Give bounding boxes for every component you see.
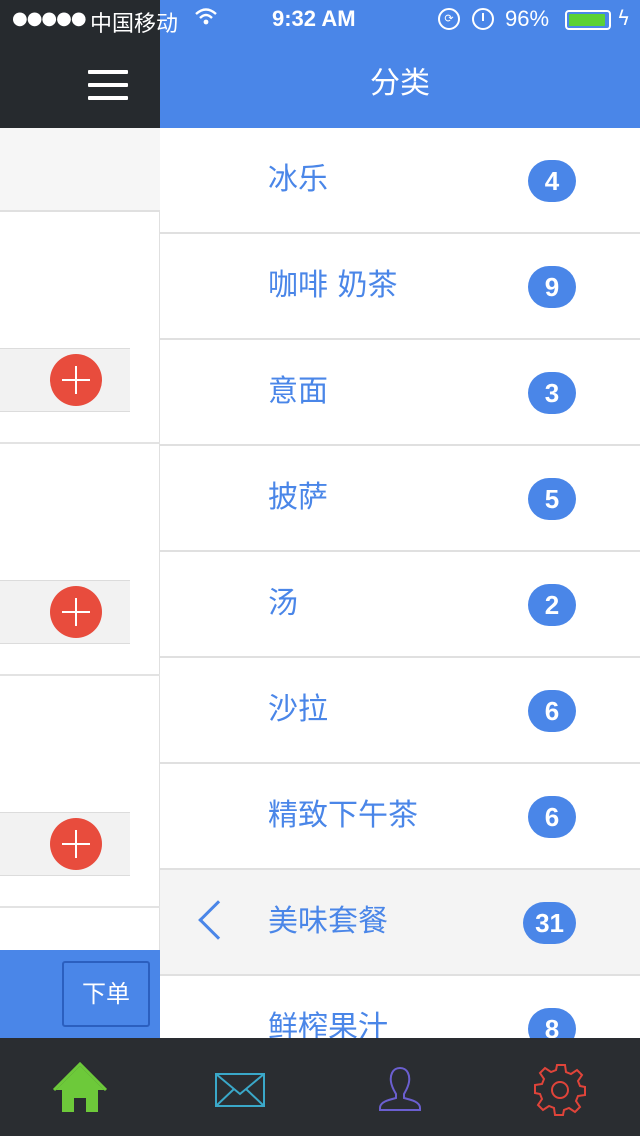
category-label: 汤 bbox=[268, 586, 298, 621]
left-header bbox=[0, 40, 160, 128]
category-item-fresh-juice[interactable]: 鲜榨果汁 8 bbox=[160, 976, 640, 1038]
signal-strength: ●●●●● bbox=[12, 8, 87, 29]
category-item-afternoon-tea[interactable]: 精致下午茶 6 bbox=[160, 764, 640, 870]
divider bbox=[0, 674, 160, 676]
category-item-set-meal[interactable]: 美味套餐 31 bbox=[160, 870, 640, 976]
status-bar: ●●●●● 中国移动 9:32 AM ⟳ 96% ϟ bbox=[0, 0, 640, 40]
tab-messages[interactable] bbox=[160, 1038, 320, 1136]
category-item-pasta[interactable]: 意面 3 bbox=[160, 340, 640, 446]
count-badge: 8 bbox=[528, 1008, 576, 1038]
list-item bbox=[0, 128, 160, 212]
category-label: 鲜榨果汁 bbox=[268, 1010, 388, 1038]
home-icon bbox=[52, 1061, 108, 1112]
category-item-ice-blended[interactable]: 冰乐 4 bbox=[160, 128, 640, 234]
wifi-icon bbox=[194, 6, 218, 34]
place-order-button[interactable]: 下单 bbox=[62, 961, 150, 1027]
add-to-cart-button[interactable] bbox=[50, 354, 102, 406]
rotation-lock-icon: ⟳ bbox=[438, 8, 460, 30]
category-item-soup[interactable]: 汤 2 bbox=[160, 552, 640, 658]
chevron-left-icon bbox=[198, 900, 238, 940]
category-item-coffee-milk-tea[interactable]: 咖啡 奶茶 9 bbox=[160, 234, 640, 340]
add-to-cart-button[interactable] bbox=[50, 586, 102, 638]
status-time: 9:32 AM bbox=[272, 6, 356, 31]
carrier-name: 中国移动 bbox=[90, 12, 179, 37]
tab-settings[interactable] bbox=[480, 1038, 640, 1136]
tab-bar bbox=[0, 1038, 640, 1136]
alarm-icon bbox=[472, 8, 494, 30]
product-list-panel bbox=[0, 128, 160, 1038]
user-icon bbox=[379, 1066, 421, 1111]
count-badge: 31 bbox=[523, 902, 576, 944]
count-badge: 3 bbox=[528, 372, 576, 414]
tab-home[interactable] bbox=[0, 1038, 160, 1136]
count-badge: 2 bbox=[528, 584, 576, 626]
count-badge: 6 bbox=[528, 690, 576, 732]
tab-profile[interactable] bbox=[320, 1038, 480, 1136]
divider bbox=[0, 906, 160, 908]
battery-percent: 96% bbox=[505, 6, 550, 31]
count-badge: 4 bbox=[528, 160, 576, 202]
category-label: 精致下午茶 bbox=[268, 798, 418, 833]
count-badge: 6 bbox=[528, 796, 576, 838]
add-to-cart-button[interactable] bbox=[50, 818, 102, 870]
count-badge: 9 bbox=[528, 266, 576, 308]
divider bbox=[0, 442, 160, 444]
category-list: 冰乐 4 咖啡 奶茶 9 意面 3 披萨 5 汤 2 沙拉 6 精致下午茶 6 … bbox=[160, 128, 640, 1038]
category-label: 意面 bbox=[268, 374, 328, 409]
count-badge: 5 bbox=[528, 478, 576, 520]
category-label: 披萨 bbox=[268, 480, 328, 515]
order-bar: 下单 bbox=[0, 950, 160, 1038]
category-item-pizza[interactable]: 披萨 5 bbox=[160, 446, 640, 552]
battery-icon bbox=[565, 10, 611, 30]
category-item-salad[interactable]: 沙拉 6 bbox=[160, 658, 640, 764]
charging-icon: ϟ bbox=[617, 6, 631, 30]
hamburger-icon[interactable] bbox=[88, 70, 128, 100]
category-label: 冰乐 bbox=[268, 162, 328, 197]
mail-icon bbox=[215, 1073, 265, 1107]
category-label: 咖啡 奶茶 bbox=[268, 268, 398, 303]
page-title: 分类 bbox=[160, 40, 640, 128]
category-label: 美味套餐 bbox=[268, 904, 388, 939]
category-label: 沙拉 bbox=[268, 692, 328, 727]
gear-icon bbox=[534, 1064, 586, 1116]
